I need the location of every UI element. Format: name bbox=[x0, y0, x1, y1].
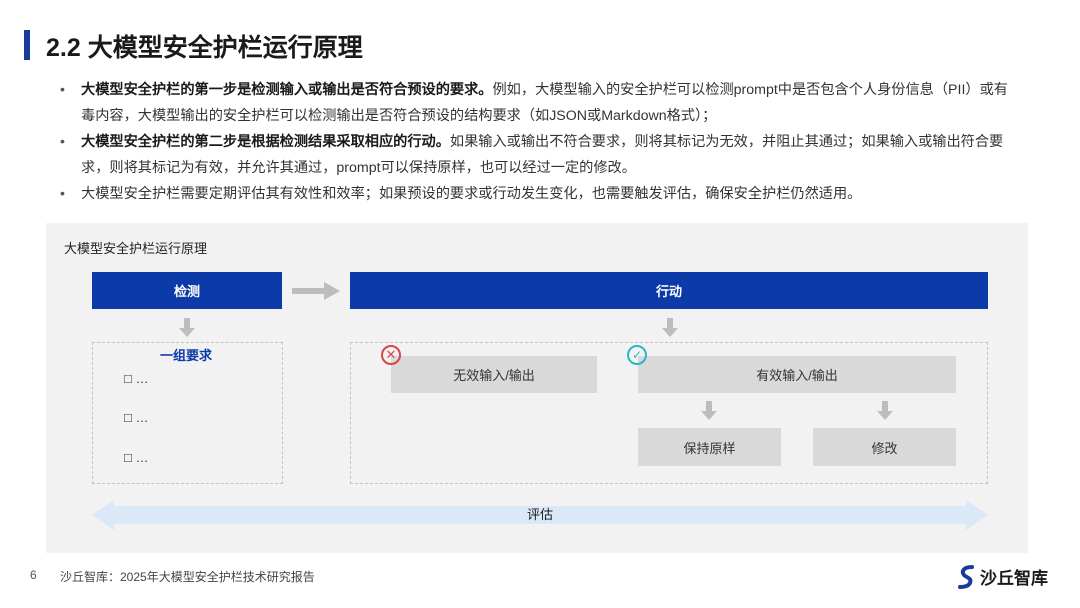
detect-header: 检测 bbox=[92, 272, 282, 309]
bullet-list: • 大模型安全护栏的第一步是检测输入或输出是否符合预设的要求。例如，大模型输入的… bbox=[60, 77, 1010, 207]
valid-io-box: 有效输入/输出 bbox=[638, 356, 956, 393]
requirement-item: □ … bbox=[124, 410, 149, 425]
check-circle-icon: ✓ bbox=[627, 345, 647, 365]
valid-io-label: 有效输入/输出 bbox=[756, 368, 838, 383]
action-header: 行动 bbox=[350, 272, 988, 309]
keep-as-is-box: 保持原样 bbox=[638, 428, 781, 466]
invalid-io-label: 无效输入/输出 bbox=[453, 368, 535, 383]
brand-icon bbox=[958, 564, 974, 589]
brand-name: 沙丘智库 bbox=[980, 569, 1048, 588]
down-arrow-icon bbox=[179, 318, 195, 337]
bullet-dot: • bbox=[60, 186, 65, 202]
bullet-bold-text: 大模型安全护栏的第二步是根据检测结果采取相应的行动。 bbox=[81, 134, 450, 150]
requirements-title: 一组要求 bbox=[160, 348, 213, 363]
page-number: 6 bbox=[30, 568, 37, 582]
down-arrow-icon bbox=[877, 401, 893, 420]
bullet-bold-text: 大模型安全护栏的第一步是检测输入或输出是否符合预设的要求。 bbox=[81, 82, 493, 98]
bullet-item: • 大模型安全护栏的第一步是检测输入或输出是否符合预设的要求。例如，大模型输入的… bbox=[60, 77, 1010, 129]
diagram-title: 大模型安全护栏运行原理 bbox=[64, 241, 208, 256]
page-title: 2.2 大模型安全护栏运行原理 bbox=[46, 34, 363, 62]
evaluate-label: 评估 bbox=[526, 507, 553, 522]
down-arrow-icon bbox=[701, 401, 717, 420]
modify-label: 修改 bbox=[871, 440, 898, 456]
brand-logo: 沙丘智库 bbox=[958, 564, 1048, 589]
x-circle-icon: ✕ bbox=[381, 345, 401, 365]
down-arrow-icon bbox=[662, 318, 678, 337]
detect-label: 检测 bbox=[173, 284, 200, 299]
invalid-io-box: 无效输入/输出 bbox=[391, 356, 597, 393]
bullet-item: • 大模型安全护栏的第二步是根据检测结果采取相应的行动。如果输入或输出不符合要求… bbox=[60, 129, 1010, 181]
bullet-text: 大模型安全护栏需要定期评估其有效性和效率；如果预设的要求或行动发生变化，也需要触… bbox=[81, 186, 862, 202]
title-accent-bar bbox=[24, 30, 30, 60]
footer-source: 沙丘智库：2025年大模型安全护栏技术研究报告 bbox=[60, 570, 315, 584]
requirement-item: □ … bbox=[124, 450, 149, 465]
right-arrow-icon bbox=[292, 282, 340, 300]
bullet-item: • 大模型安全护栏需要定期评估其有效性和效率；如果预设的要求或行动发生变化，也需… bbox=[60, 181, 1010, 207]
keep-as-is-label: 保持原样 bbox=[683, 440, 736, 456]
modify-box: 修改 bbox=[813, 428, 956, 466]
bullet-dot: • bbox=[60, 82, 65, 98]
requirement-item: □ … bbox=[124, 371, 149, 386]
bullet-dot: • bbox=[60, 134, 65, 150]
action-label: 行动 bbox=[655, 284, 682, 299]
